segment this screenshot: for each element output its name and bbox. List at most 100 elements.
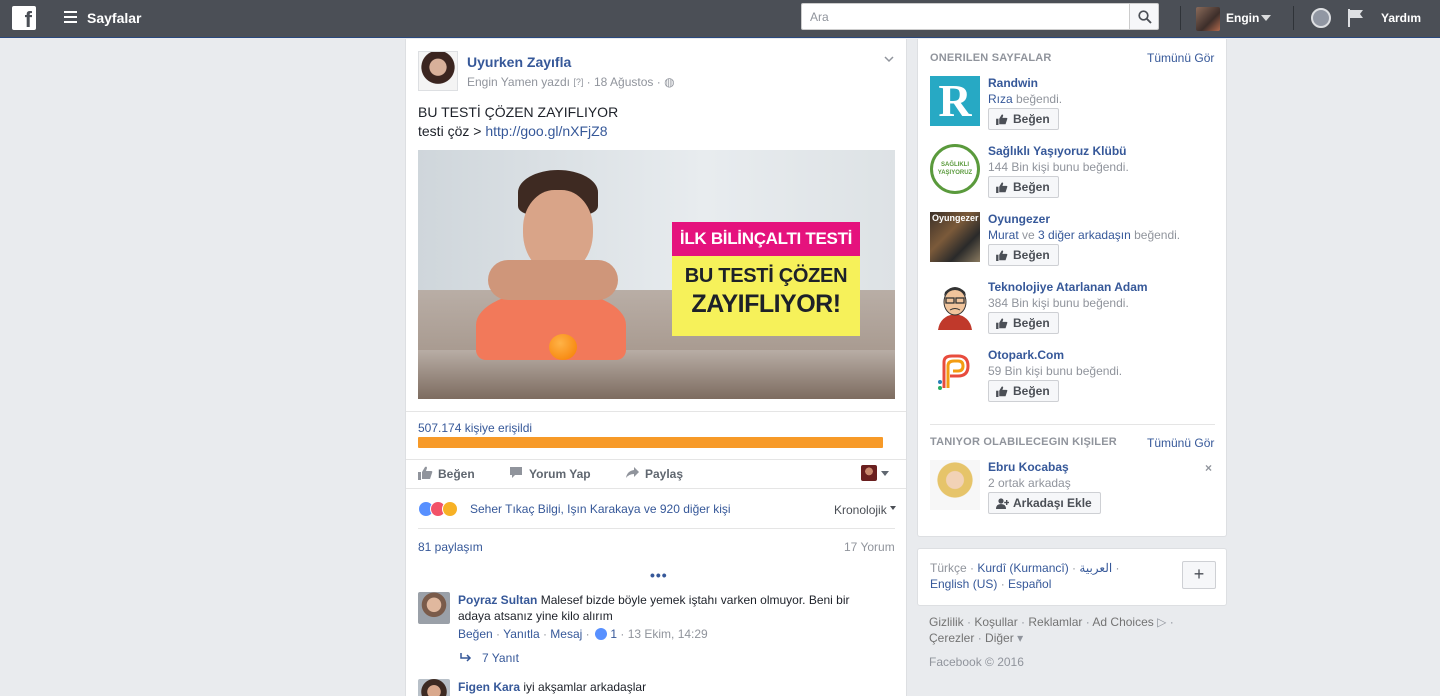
suggested-pages-box: ONERILEN SAYFALAR Tümünü Gör R Randwin R… <box>917 39 1227 537</box>
more-comments-button[interactable]: ••• <box>650 567 668 583</box>
comment-author[interactable]: Figen Kara <box>458 680 520 694</box>
like-page-button[interactable]: Beğen <box>988 380 1059 402</box>
avatar[interactable] <box>1196 7 1220 31</box>
help-question-link[interactable]: [?] <box>573 77 583 87</box>
menu-icon[interactable] <box>64 11 77 25</box>
help-link[interactable]: Yardım <box>1381 11 1421 25</box>
page-thumbnail[interactable] <box>930 280 980 330</box>
post-image[interactable]: İLK BİLİNÇALTI TESTİ BU TESTİ ÇÖZEN ZAYI… <box>418 150 895 399</box>
post-date[interactable]: 18 Ağustos <box>594 75 653 89</box>
person-name[interactable]: Ebru Kocabaş <box>988 460 1069 474</box>
see-all-link[interactable]: Tümünü Gör <box>1147 51 1214 65</box>
footer-link[interactable]: Gizlilik <box>929 615 964 629</box>
page-name[interactable]: Oyungezer <box>988 212 1050 226</box>
chevron-down-icon[interactable] <box>884 54 894 64</box>
person-thumbnail[interactable] <box>930 460 980 510</box>
post-author-line: Engin Yamen yazdı <box>467 75 570 89</box>
comment-avatar[interactable] <box>418 679 450 696</box>
close-icon[interactable]: × <box>1205 461 1212 475</box>
reach-text[interactable]: 507.174 kişiye erişildi <box>418 421 532 435</box>
suggested-pages-title: ONERILEN SAYFALAR <box>930 52 1052 64</box>
comment-reply-link[interactable]: Yanıtla <box>503 627 539 641</box>
sort-order-dropdown[interactable]: Kronolojik <box>834 503 887 517</box>
suggested-page: Oyungezer Oyungezer Murat ve 3 diğer ark… <box>930 212 1220 272</box>
language-list: Türkçe · Kurdî (Kurmancî) · العربية · <box>930 561 1120 575</box>
add-language-button[interactable]: + <box>1182 561 1216 589</box>
thumbs-up-icon <box>996 182 1008 193</box>
footer-link[interactable]: Ad Choices <box>1092 615 1153 629</box>
like-page-button[interactable]: Beğen <box>988 108 1059 130</box>
haha-reaction-icon <box>442 501 458 517</box>
like-page-button[interactable]: Beğen <box>988 312 1059 334</box>
footer-links: Çerezler · Diğer ▾ <box>929 631 1024 645</box>
footer-link[interactable]: Diğer <box>985 631 1014 645</box>
globe-icon[interactable] <box>1311 8 1331 28</box>
reach-progress-bar <box>418 437 883 448</box>
see-all-link[interactable]: Tümünü Gör <box>1147 436 1214 450</box>
chevron-down-icon[interactable] <box>881 471 889 476</box>
page-sub: 59 Bin kişi bunu beğendi. <box>988 364 1123 378</box>
copyright: Facebook © 2016 <box>929 655 1024 669</box>
language-list: English (US) · Español <box>930 577 1052 591</box>
reply-arrow-icon <box>460 653 472 662</box>
search-button[interactable] <box>1129 3 1159 30</box>
mutual-friends[interactable]: 2 ortak arkadaş <box>988 476 1071 490</box>
page-name[interactable]: Teknolojiye Atarlanan Adam <box>988 280 1148 294</box>
reactions-text[interactable]: Seher Tıkaç Bilgi, Işın Karakaya ve 920 … <box>470 502 731 516</box>
like-page-button[interactable]: Beğen <box>988 176 1059 198</box>
page-thumbnail[interactable]: Oyungezer <box>930 212 980 262</box>
post-text: BU TESTİ ÇÖZEN ZAYIFLIYOR <box>418 104 619 120</box>
search-icon <box>1138 10 1152 24</box>
search-input[interactable] <box>801 3 1129 30</box>
post-link[interactable]: http://goo.gl/nXFjZ8 <box>485 123 607 139</box>
language-link[interactable]: Español <box>1008 577 1051 591</box>
image-badge-main: BU TESTİ ÇÖZEN ZAYIFLIYOR! <box>672 256 860 336</box>
footer-links: Gizlilik · Koşullar · Reklamlar · Ad Cho… <box>929 615 1174 629</box>
footer-link[interactable]: Koşullar <box>974 615 1017 629</box>
chevron-down-icon[interactable] <box>890 506 896 510</box>
comment-like-count[interactable]: 1 <box>610 627 617 641</box>
page-avatar[interactable] <box>418 51 458 91</box>
add-friend-button[interactable]: Arkadaşı Ekle <box>988 492 1101 514</box>
comment-time[interactable]: 13 Ekim, 14:29 <box>628 627 708 641</box>
facebook-logo-icon[interactable]: f <box>12 6 36 30</box>
shares-count[interactable]: 81 paylaşım <box>418 540 483 554</box>
comment-message-link[interactable]: Mesaj <box>550 627 582 641</box>
chevron-down-icon[interactable] <box>1261 15 1271 21</box>
language-link[interactable]: English (US) <box>930 577 997 591</box>
comment-like-link[interactable]: Beğen <box>458 627 493 641</box>
chevron-down-icon[interactable]: ▾ <box>1017 631 1023 645</box>
footer-link[interactable]: Çerezler <box>929 631 974 645</box>
thumbs-up-icon <box>996 386 1008 397</box>
page-name[interactable]: Randwin <box>988 76 1038 90</box>
page-thumbnail[interactable]: R <box>930 76 980 126</box>
language-link[interactable]: Kurdî (Kurmancî) <box>977 561 1068 575</box>
page-name[interactable]: Sağlıklı Yaşıyoruz Klübü <box>988 144 1127 158</box>
pages-title[interactable]: Sayfalar <box>87 10 141 26</box>
divider <box>406 488 906 489</box>
comment-icon <box>510 467 522 478</box>
globe-icon: ◍ <box>664 75 675 89</box>
thumbs-up-icon <box>996 318 1008 329</box>
post-page-name[interactable]: Uyurken Zayıfla <box>467 54 571 70</box>
replies-link[interactable]: 7 Yanıt <box>482 651 519 665</box>
language-current: Türkçe <box>930 561 967 575</box>
avatar[interactable] <box>861 465 877 481</box>
like-reaction-icon <box>594 628 607 640</box>
language-link[interactable]: العربية <box>1079 561 1112 575</box>
comment-author[interactable]: Poyraz Sultan <box>458 593 537 607</box>
comment-avatar[interactable] <box>418 592 450 624</box>
comment: Figen Kara iyi akşamlar arkadaşlar <box>458 679 868 695</box>
page-sub: 144 Bin kişi bunu beğendi. <box>988 160 1129 174</box>
flag-icon[interactable] <box>1346 8 1366 28</box>
page-thumbnail[interactable]: SAĞLIKLI YAŞIYORUZ <box>930 144 980 194</box>
page-name[interactable]: Otopark.Com <box>988 348 1064 362</box>
thumbs-up-icon <box>996 250 1008 261</box>
like-page-button[interactable]: Beğen <box>988 244 1059 266</box>
profile-link[interactable]: Engin <box>1226 11 1259 25</box>
post-text: testi çöz > http://goo.gl/nXFjZ8 <box>418 123 608 139</box>
footer-link[interactable]: Reklamlar <box>1028 615 1082 629</box>
suggested-page: Otopark.Com 59 Bin kişi bunu beğendi. Be… <box>930 348 1220 408</box>
suggested-page: SAĞLIKLI YAŞIYORUZ Sağlıklı Yaşıyoruz Kl… <box>930 144 1220 204</box>
page-thumbnail[interactable] <box>930 348 980 398</box>
